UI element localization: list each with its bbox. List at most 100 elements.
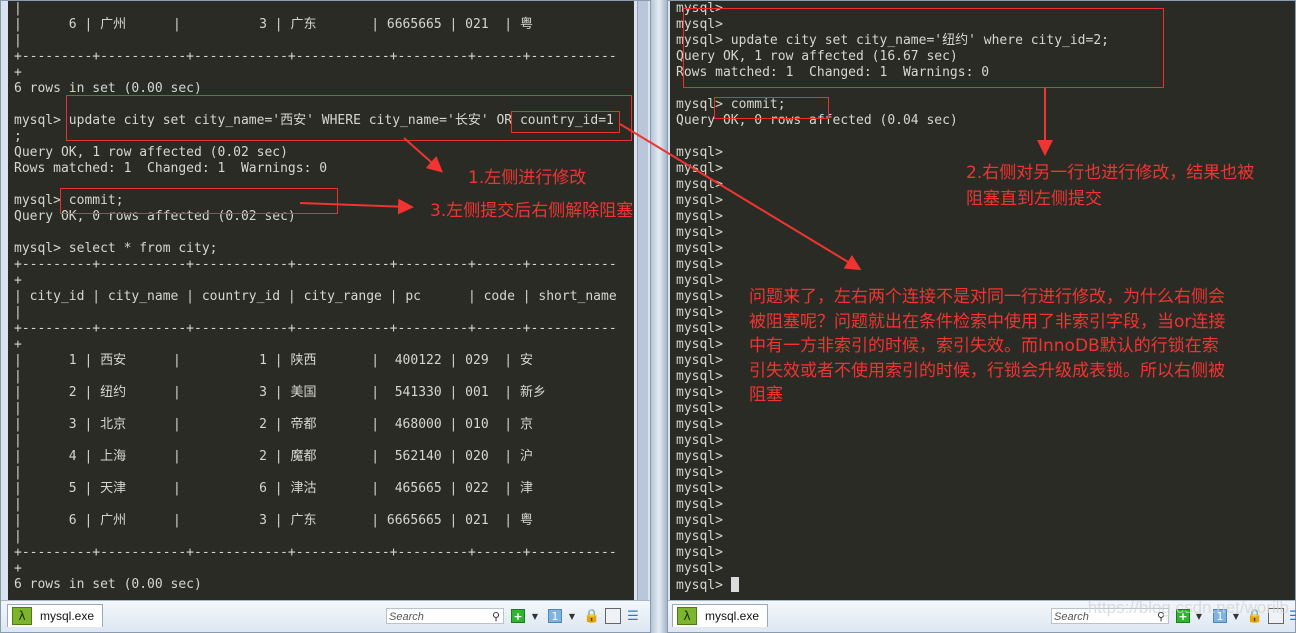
terminal-line: mysql> xyxy=(676,209,723,224)
menu-icon[interactable]: ☰ xyxy=(1288,609,1296,624)
right-console-window: mysql> mysql> mysql> update city set city_… xyxy=(667,0,1296,633)
tab-dropdown-icon[interactable]: ▼ xyxy=(565,609,579,623)
terminal-line: mysql> xyxy=(676,545,723,560)
watermark: https://blog.csdn.net/worilb xyxy=(1087,598,1289,617)
terminal-line: mysql> xyxy=(676,273,723,288)
lock-icon[interactable]: 🔒 xyxy=(584,609,600,624)
console-tab-label: mysql.exe xyxy=(705,609,760,623)
console-tab[interactable]: λ mysql.exe xyxy=(672,604,769,627)
search-icon[interactable]: ⚲ xyxy=(492,609,500,625)
terminal-line: mysql> xyxy=(676,17,723,32)
terminal-line: | 6 | 广州 | 3 | 广东 | 6665665 | 021 | 粤 xyxy=(14,513,533,528)
terminal-line: +---------+-----------+------------+----… xyxy=(14,321,617,336)
terminal-line: mysql> xyxy=(676,529,723,544)
terminal-line: mysql> xyxy=(676,481,723,496)
terminal-line: mysql> xyxy=(676,225,723,240)
terminal-line: ; xyxy=(14,129,22,144)
terminal-line: mysql> xyxy=(676,145,723,160)
terminal-line: | xyxy=(14,529,22,544)
terminal-line: mysql> xyxy=(676,353,723,368)
terminal-line: | xyxy=(14,433,22,448)
left-scrollbar[interactable] xyxy=(637,1,648,601)
terminal-line: mysql> xyxy=(676,433,723,448)
terminal-line: | xyxy=(14,305,22,320)
search-placeholder: Search xyxy=(389,611,424,623)
terminal-line: | 3 | 北京 | 2 | 帝都 | 468000 | 010 | 京 xyxy=(14,417,533,432)
terminal-line: mysql> select * from city; xyxy=(14,241,218,256)
terminal-line: mysql> commit; xyxy=(14,193,124,208)
terminal-line: 6 rows in set (0.00 sec) xyxy=(14,81,202,96)
terminal-line: mysql> xyxy=(676,193,723,208)
left-terminal-output[interactable]: | | 6 | 广州 | 3 | 广东 | 6665665 | 021 | 粤 | +… xyxy=(8,1,634,601)
terminal-line: +---------+-----------+------------+----… xyxy=(14,545,617,560)
left-console-window: | | 6 | 广州 | 3 | 广东 | 6665665 | 021 | 粤 | +… xyxy=(0,0,651,633)
terminal-line: mysql> xyxy=(676,369,723,384)
terminal-line: Rows matched: 1 Changed: 1 Warnings: 0 xyxy=(14,161,328,176)
terminal-line: | 2 | 纽约 | 3 | 美国 | 541330 | 001 | 新乡 xyxy=(14,385,546,400)
terminal-line: mysql> xyxy=(676,513,723,528)
terminal-line: | 1 | 西安 | 1 | 陕西 | 400122 | 029 | 安 xyxy=(14,353,533,368)
terminal-line: mysql> xyxy=(676,337,723,352)
terminal-line: mysql> xyxy=(676,305,723,320)
terminal-line: mysql> xyxy=(676,1,723,16)
console-tab[interactable]: λ mysql.exe xyxy=(7,604,104,627)
terminal-line: + xyxy=(14,561,22,576)
menu-icon[interactable]: ☰ xyxy=(626,609,640,624)
new-console-dropdown-icon[interactable]: ▼ xyxy=(528,609,542,623)
terminal-line: mysql> commit; xyxy=(676,97,786,112)
window-gap xyxy=(651,0,667,633)
terminal-line: mysql> xyxy=(676,561,723,576)
terminal-line: mysql> update city set city_name='纽约' wh… xyxy=(676,33,1109,48)
terminal-line: +---------+-----------+------------+----… xyxy=(14,49,617,64)
terminal-line: mysql> xyxy=(676,417,723,432)
terminal-line: 6 rows in set (0.00 sec) xyxy=(14,577,202,592)
terminal-line: | city_id | city_name | country_id | cit… xyxy=(14,289,617,304)
terminal-line: Query OK, 1 row affected (16.67 sec) xyxy=(676,49,958,64)
terminal-line: mysql> xyxy=(676,177,723,192)
terminal-line: mysql> xyxy=(676,497,723,512)
terminal-line: + xyxy=(14,337,22,352)
terminal-line: | xyxy=(14,497,22,512)
terminal-line: + xyxy=(14,273,22,288)
search-input[interactable]: Search ⚲ xyxy=(386,608,504,624)
terminal-line: | xyxy=(14,33,22,48)
split-panes-icon[interactable] xyxy=(605,608,621,624)
search-placeholder: Search xyxy=(1054,611,1089,623)
terminal-line: | 5 | 天津 | 6 | 津沽 | 465665 | 022 | 津 xyxy=(14,481,533,496)
left-status-bar: λ mysql.exe Search ⚲ + ▼ 1 ▼ 🔒 ☰ xyxy=(1,600,650,632)
terminal-line: mysql> xyxy=(670,577,1295,593)
terminal-line: | xyxy=(14,465,22,480)
console-tab-label: mysql.exe xyxy=(40,609,95,623)
new-console-icon[interactable]: + xyxy=(511,609,525,623)
terminal-line: | xyxy=(14,369,22,384)
terminal-line: Query OK, 1 row affected (0.02 sec) xyxy=(14,145,288,160)
terminal-line: mysql> xyxy=(676,449,723,464)
terminal-line: mysql> update city set city_name='西安' WH… xyxy=(14,113,614,128)
terminal-line: | xyxy=(14,1,22,16)
console-lambda-icon: λ xyxy=(12,607,32,625)
terminal-line: | 6 | 广州 | 3 | 广东 | 6665665 | 021 | 粤 xyxy=(14,17,533,32)
tab-number-icon[interactable]: 1 xyxy=(548,609,562,623)
terminal-line: mysql> xyxy=(676,321,723,336)
terminal-line: mysql> xyxy=(676,289,723,304)
right-terminal-output[interactable]: mysql> mysql> mysql> update city set city_… xyxy=(670,1,1295,601)
terminal-line: Query OK, 0 rows affected (0.04 sec) xyxy=(676,113,958,128)
text-cursor xyxy=(730,577,739,592)
terminal-line: +---------+-----------+------------+----… xyxy=(14,257,617,272)
terminal-line: + xyxy=(14,65,22,80)
terminal-line: | xyxy=(14,401,22,416)
terminal-line: mysql> xyxy=(676,257,723,272)
terminal-line: Rows matched: 1 Changed: 1 Warnings: 0 xyxy=(676,65,990,80)
terminal-line: mysql> xyxy=(676,161,723,176)
terminal-line: mysql> xyxy=(676,465,723,480)
console-lambda-icon: λ xyxy=(677,607,697,625)
terminal-line: mysql> xyxy=(676,401,723,416)
terminal-line: mysql> xyxy=(676,385,723,400)
terminal-line: Query OK, 0 rows affected (0.02 sec) xyxy=(14,209,296,224)
terminal-line: | 4 | 上海 | 2 | 魔都 | 562140 | 020 | 沪 xyxy=(14,449,533,464)
